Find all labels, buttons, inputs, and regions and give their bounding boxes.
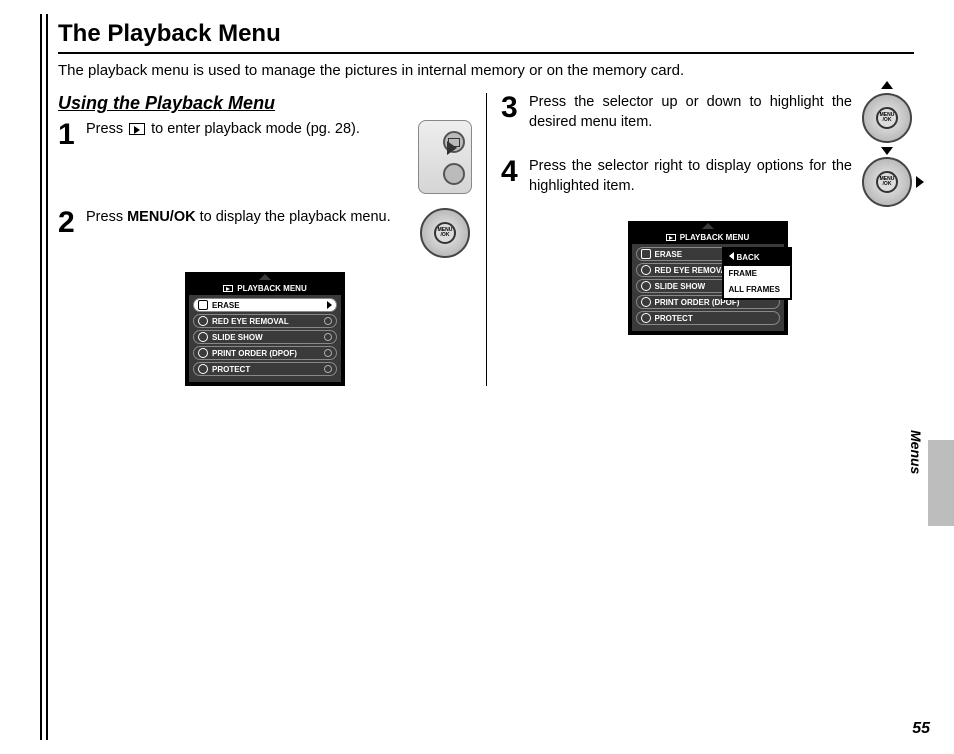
menu-item-label: SLIDE SHOW	[212, 333, 320, 342]
eye-icon	[641, 265, 651, 275]
menu-ok-label: MENU/OK	[127, 209, 195, 225]
camera-trash-button-icon	[443, 163, 465, 185]
eye-icon	[198, 316, 208, 326]
left-column: Using the Playback Menu 1 Press to enter…	[58, 93, 486, 386]
playback-small-icon	[666, 234, 676, 241]
menu-item-protect: PROTECT	[193, 362, 337, 376]
down-arrow-icon	[881, 147, 893, 155]
menu-header: PLAYBACK MENU	[189, 282, 341, 295]
selector-dial-right: MENU /OK	[860, 157, 914, 207]
menu-item-printorder: PRINT ORDER (DPOF)	[193, 346, 337, 360]
step-4: 4 Press the selector right to display op…	[501, 157, 914, 207]
selector-dial-graphic: MENU /OK	[418, 208, 472, 258]
protect-icon	[198, 364, 208, 374]
section-tab	[928, 440, 954, 526]
slideshow-icon	[641, 281, 651, 291]
page-title: The Playback Menu	[58, 20, 914, 54]
step-text: Press MENU/OK to display the play­back m…	[86, 208, 410, 228]
menu-item-slideshow: SLIDE SHOW	[193, 330, 337, 344]
slideshow-icon	[198, 332, 208, 342]
step-1: 1 Press to enter playback mode (pg. 28).	[58, 120, 472, 194]
left-arrow-icon	[729, 252, 734, 260]
trash-icon	[641, 249, 651, 259]
step-number: 4	[501, 157, 521, 187]
playback-menu-with-submenu: PLAYBACK MENU ERASE RED EYE REMOVAL	[628, 221, 788, 335]
menu-item-label: ERASE	[212, 301, 323, 310]
step-3: 3 Press the selector up or down to highl…	[501, 93, 914, 143]
dial-center-icon: MENU /OK	[876, 171, 898, 193]
page-number: 55	[912, 720, 930, 738]
bullet-icon	[324, 317, 332, 325]
right-arrow-icon	[327, 301, 332, 309]
intro-text: The playback menu is used to manage the …	[58, 62, 914, 79]
menu-item-redeye: RED EYE REMOVAL	[193, 314, 337, 328]
submenu-back: BACK	[724, 249, 790, 266]
pointer-arrow-icon	[447, 141, 457, 155]
step1-post: to enter playback mode (pg. 28).	[147, 121, 360, 137]
menu-item-protect: PROTECT	[636, 311, 780, 325]
protect-icon	[641, 313, 651, 323]
step-number: 2	[58, 208, 78, 238]
camera-back-graphic	[418, 120, 472, 194]
print-icon	[641, 297, 651, 307]
playback-menu-screenshot: PLAYBACK MENU ERASE RED EYE REMOVAL	[185, 272, 345, 386]
dial-center-icon: MENU /OK	[434, 222, 456, 244]
step-text: Press to enter playback mode (pg. 28).	[86, 120, 410, 140]
playback-icon	[129, 123, 145, 135]
menu-item-label: PROTECT	[655, 314, 775, 323]
menu-item-label: PROTECT	[212, 365, 320, 374]
up-arrow-icon	[881, 81, 893, 89]
step-text: Press the selector right to display op­t…	[529, 157, 852, 196]
submenu-allframes: ALL FRAMES	[724, 282, 790, 298]
dial-center-icon: MENU /OK	[876, 107, 898, 129]
right-arrow-icon	[916, 176, 924, 188]
step1-pre: Press	[86, 121, 127, 137]
step-2: 2 Press MENU/OK to display the play­back…	[58, 208, 472, 258]
selector-dial-updown: MENU /OK	[860, 93, 914, 143]
submenu-frame: FRAME	[724, 266, 790, 282]
menu-header: PLAYBACK MENU	[632, 231, 784, 244]
bullet-icon	[324, 349, 332, 357]
subheading: Using the Playback Menu	[58, 93, 472, 114]
menu-item-label: RED EYE REMOVAL	[212, 317, 320, 326]
right-column: 3 Press the selector up or down to highl…	[486, 93, 914, 386]
step2-post: to display the play­back menu.	[196, 209, 391, 225]
section-tab-label: Menus	[908, 430, 924, 474]
margin-rule	[40, 14, 46, 740]
step2-pre: Press	[86, 209, 127, 225]
menu-header-label: PLAYBACK MENU	[237, 284, 307, 293]
step-text: Press the selector up or down to highlig…	[529, 93, 852, 132]
menu-item-label: PRINT ORDER (DPOF)	[212, 349, 320, 358]
submenu-label: BACK	[737, 253, 760, 262]
step-number: 3	[501, 93, 521, 123]
playback-small-icon	[223, 285, 233, 292]
menu-header-label: PLAYBACK MENU	[680, 233, 750, 242]
menu-item-erase: ERASE	[193, 298, 337, 312]
step-number: 1	[58, 120, 78, 150]
trash-icon	[198, 300, 208, 310]
bullet-icon	[324, 365, 332, 373]
bullet-icon	[324, 333, 332, 341]
print-icon	[198, 348, 208, 358]
erase-submenu: BACK FRAME ALL FRAMES	[722, 247, 792, 300]
